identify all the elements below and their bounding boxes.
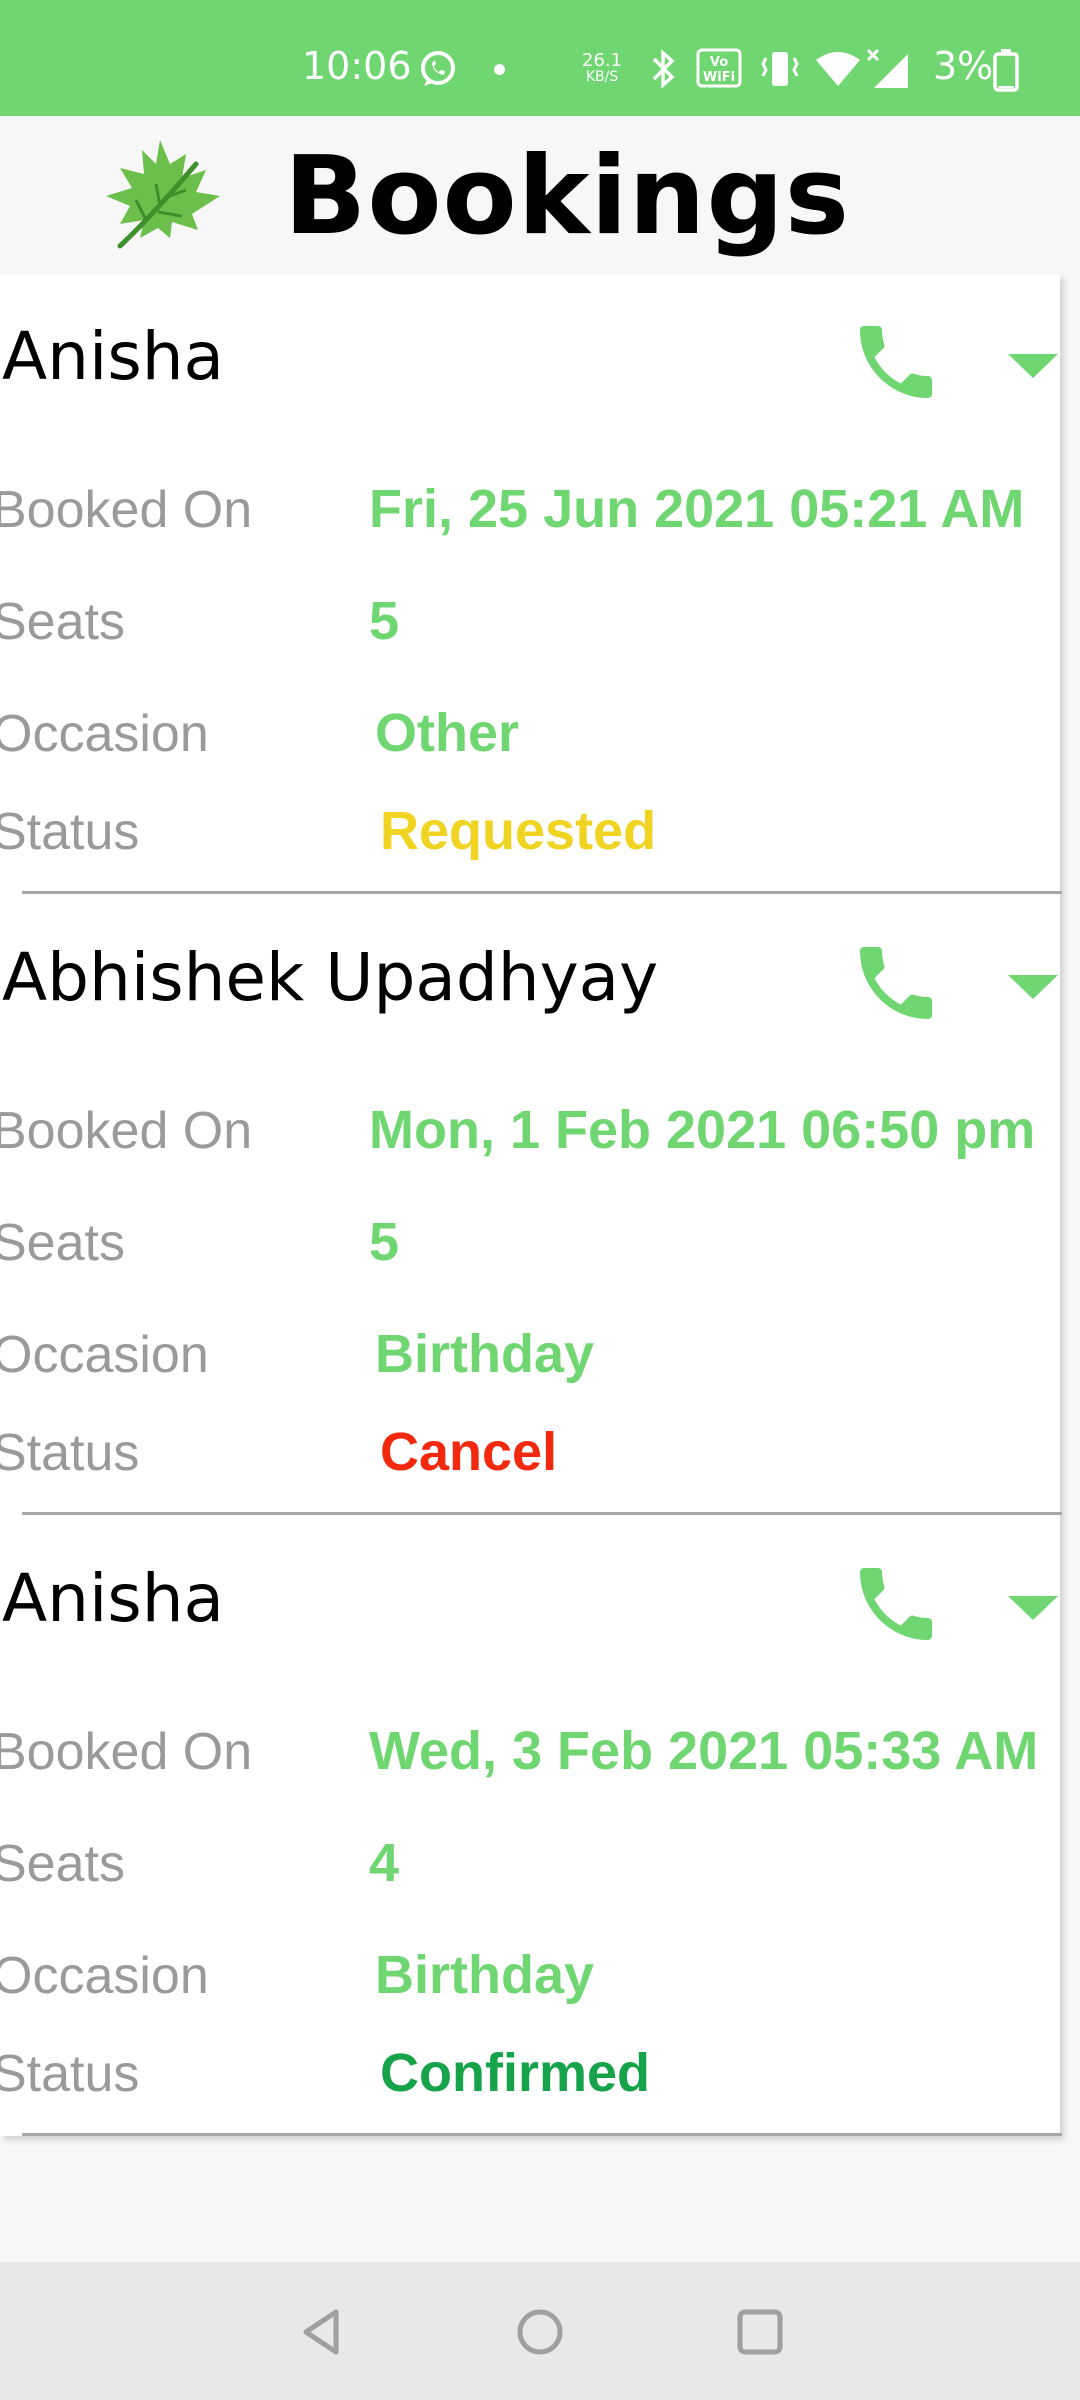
- phone-icon[interactable]: [848, 1556, 944, 1652]
- status-value: Cancel: [380, 1422, 558, 1482]
- system-nav-bar: [0, 2262, 1080, 2400]
- seats-value: 4: [369, 1833, 400, 1893]
- expand-caret-icon[interactable]: [1008, 354, 1058, 378]
- booked-on-value: Mon, 1 Feb 2021 06:50 pm: [369, 1100, 1036, 1160]
- back-icon[interactable]: [296, 2306, 348, 2358]
- whatsapp-icon: [421, 51, 455, 86]
- network-speed-unit: KB/S: [585, 69, 619, 85]
- page-title: Bookings: [284, 134, 851, 259]
- status-label: Status: [0, 1424, 140, 1482]
- booked-on-value: Wed, 3 Feb 2021 05:33 AM: [369, 1721, 1039, 1781]
- occasion-label: Occasion: [0, 1326, 209, 1384]
- bookings-list[interactable]: Anisha Booked On Fri, 25 Jun 2021 05:21 …: [0, 274, 1062, 2137]
- svg-text:Vo: Vo: [710, 55, 728, 70]
- seats-value: 5: [369, 1212, 400, 1272]
- status-value: Confirmed: [380, 2043, 650, 2103]
- recents-icon[interactable]: [734, 2306, 786, 2358]
- seats-label: Seats: [0, 1835, 125, 1893]
- booking-customer-name: Abhishek Upadhyay: [2, 939, 659, 1016]
- booking-card: Anisha Booked On Wed, 3 Feb 2021 05:33 A…: [0, 1516, 1062, 2137]
- occasion-label: Occasion: [0, 705, 209, 763]
- status-label: Status: [0, 803, 140, 861]
- status-time: 10:06: [302, 44, 412, 88]
- seats-value: 5: [369, 591, 400, 651]
- phone-icon[interactable]: [848, 314, 944, 410]
- occasion-value: Birthday: [375, 1945, 595, 2005]
- status-bar: 10:06 26.1 KB/S Vo WiFi 3%: [0, 0, 1080, 116]
- signal-icon: [866, 48, 908, 88]
- booked-on-label: Booked On: [0, 1102, 253, 1160]
- booking-card: Abhishek Upadhyay Booked On Mon, 1 Feb 2…: [0, 895, 1062, 1516]
- occasion-value: Birthday: [375, 1324, 595, 1384]
- expand-caret-icon[interactable]: [1008, 975, 1058, 999]
- network-speed-value: 26.1: [582, 50, 623, 71]
- seats-label: Seats: [0, 1214, 125, 1272]
- expand-caret-icon[interactable]: [1008, 1596, 1058, 1620]
- notification-dot: [494, 64, 505, 75]
- card-divider: [22, 2133, 1062, 2136]
- battery-icon: [993, 49, 1019, 92]
- card-divider: [22, 891, 1062, 894]
- occasion-label: Occasion: [0, 1947, 209, 2005]
- svg-text:WiFi: WiFi: [703, 70, 735, 85]
- vibrate-icon: [761, 52, 799, 86]
- bluetooth-icon: [652, 49, 675, 89]
- booking-customer-name: Anisha: [2, 1560, 224, 1637]
- booked-on-label: Booked On: [0, 481, 253, 539]
- battery-percent: 3%: [933, 44, 994, 88]
- phone-icon[interactable]: [848, 935, 944, 1031]
- seats-label: Seats: [0, 593, 125, 651]
- vowifi-icon: Vo WiFi: [696, 48, 742, 88]
- network-speed: 26.1 KB/S: [582, 52, 622, 86]
- maple-leaf-logo: [106, 140, 220, 249]
- card-divider: [22, 1512, 1062, 1515]
- app-header: Bookings: [0, 116, 1080, 274]
- booking-customer-name: Anisha: [2, 318, 224, 395]
- status-label: Status: [0, 2045, 140, 2103]
- wifi-icon: [816, 52, 860, 86]
- booked-on-label: Booked On: [0, 1723, 253, 1781]
- booking-card: Anisha Booked On Fri, 25 Jun 2021 05:21 …: [0, 274, 1062, 895]
- occasion-value: Other: [375, 703, 520, 763]
- home-icon[interactable]: [514, 2306, 566, 2358]
- booked-on-value: Fri, 25 Jun 2021 05:21 AM: [369, 479, 1025, 539]
- status-value: Requested: [380, 801, 657, 861]
